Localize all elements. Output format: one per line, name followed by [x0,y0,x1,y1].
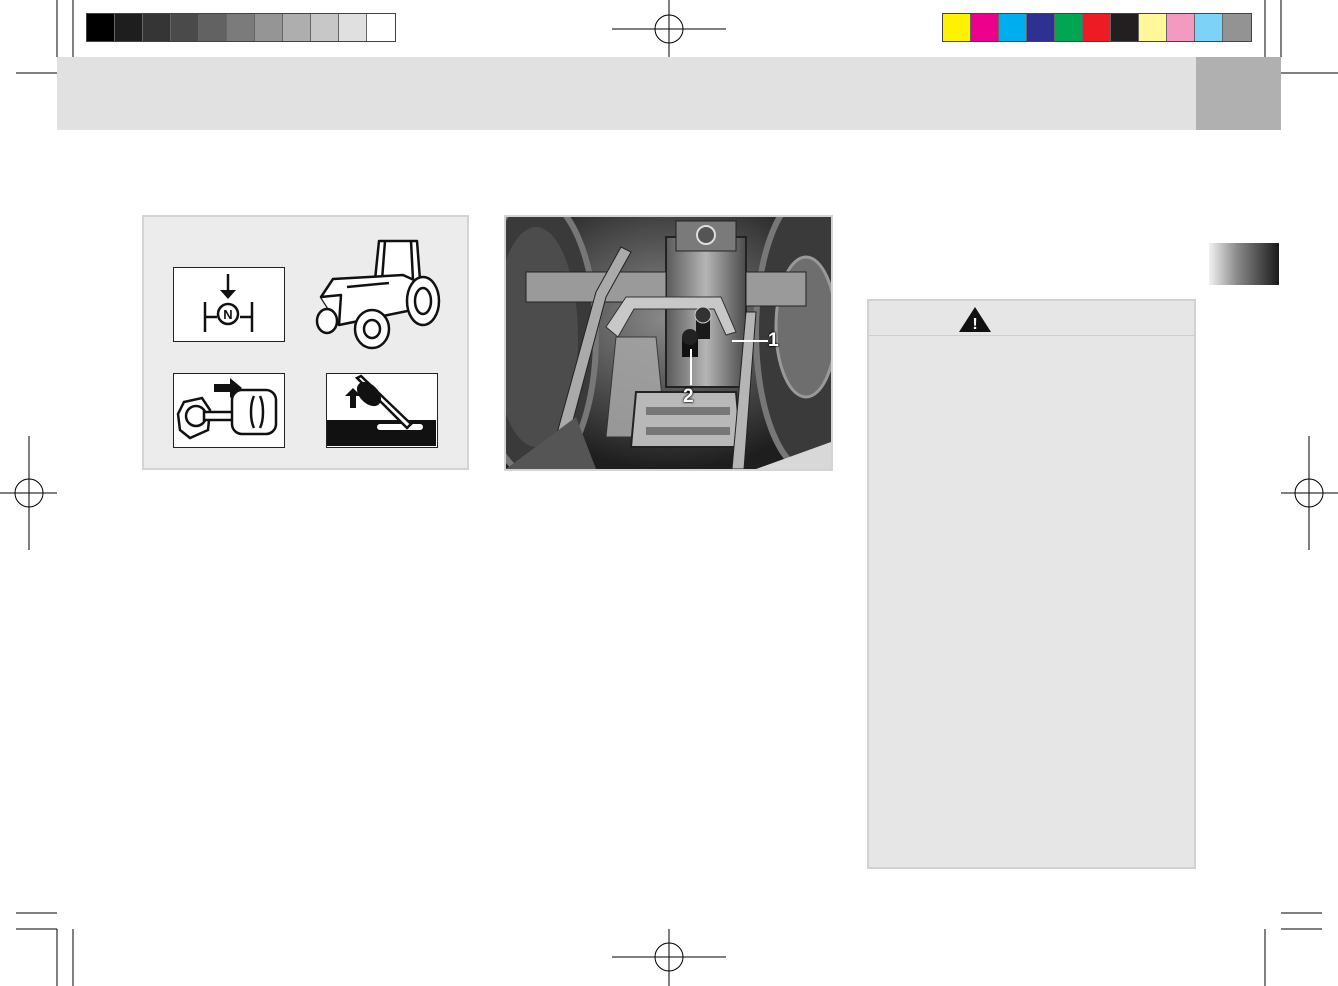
callout-1: 1 [768,330,779,351]
color-swatch [1223,14,1251,41]
color-swatch [943,14,971,41]
warning-triangle-icon: ! [959,307,991,333]
warning-header: ! [869,301,1194,336]
grayscale-swatch [87,14,115,41]
warning-panel: ! [867,299,1196,869]
grayscale-calibration-bar [86,13,396,42]
color-swatch [999,14,1027,41]
grayscale-swatch [311,14,339,41]
safety-procedure-figure: N [142,215,469,470]
header-band [57,57,1196,130]
tractor-icon [315,239,441,350]
neutral-position-icon: N [173,267,285,342]
color-swatch [1167,14,1195,41]
grayscale-swatch [143,14,171,41]
color-swatch [1055,14,1083,41]
color-swatch [971,14,999,41]
hitch-photo [506,217,831,469]
svg-text:!: ! [972,316,977,333]
color-swatch [1195,14,1223,41]
color-swatch [1083,14,1111,41]
hitch-photo-figure: 1 2 [504,215,833,471]
grayscale-swatch [283,14,311,41]
neutral-letter: N [223,307,232,322]
color-swatch [1027,14,1055,41]
grayscale-swatch [199,14,227,41]
color-swatch [1111,14,1139,41]
grayscale-swatch [339,14,367,41]
grayscale-swatch [171,14,199,41]
grayscale-swatch [255,14,283,41]
chapter-thumb-tab [1209,243,1279,285]
callout-2: 2 [683,386,694,407]
apply-parking-brake-icon [326,373,438,448]
color-calibration-bar [942,13,1252,42]
grayscale-swatch [115,14,143,41]
grayscale-swatch [367,14,395,41]
remove-key-icon [173,373,285,448]
header-section-tab [1196,57,1281,130]
color-swatch [1139,14,1167,41]
grayscale-swatch [227,14,255,41]
